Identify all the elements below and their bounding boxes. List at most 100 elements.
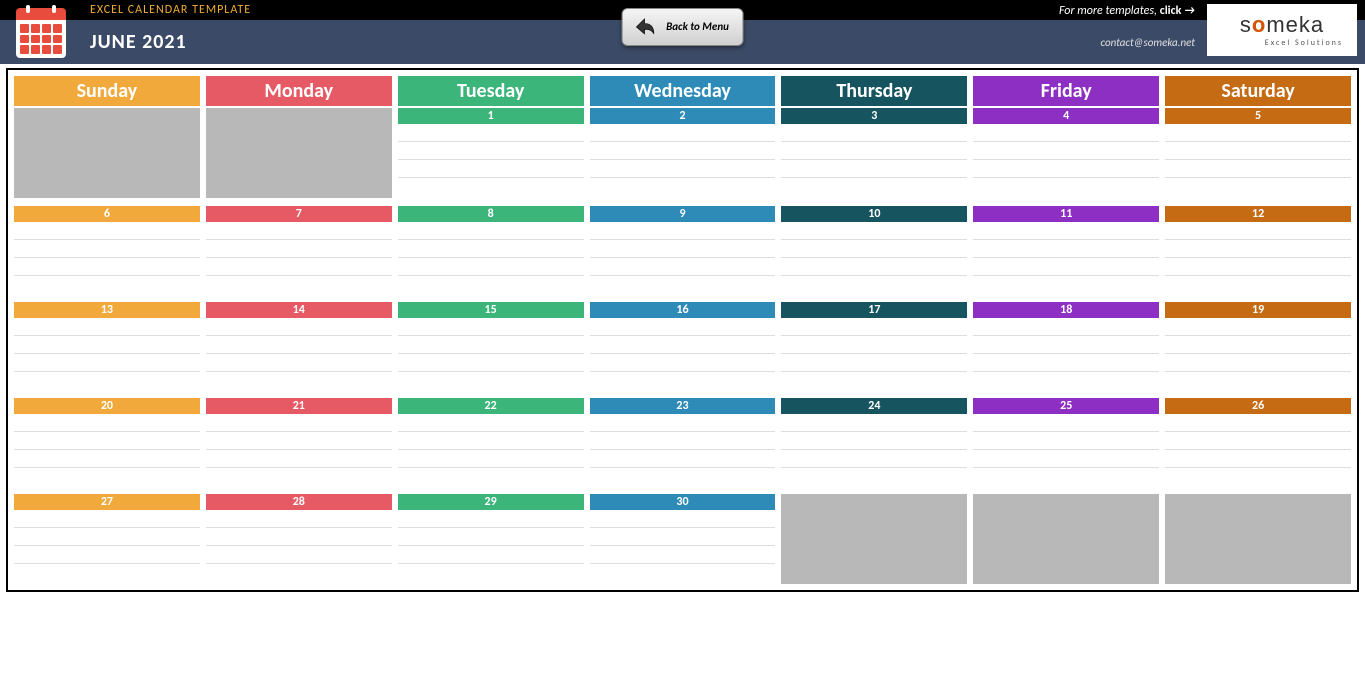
date-number: 20 <box>14 398 200 414</box>
inactive-cell <box>206 108 392 198</box>
event-lines[interactable] <box>206 414 392 486</box>
date-cell[interactable]: 3 <box>781 108 967 198</box>
event-lines[interactable] <box>973 414 1159 486</box>
date-cell[interactable]: 11 <box>973 206 1159 294</box>
date-cell[interactable]: 8 <box>398 206 584 294</box>
event-lines[interactable] <box>590 318 776 390</box>
event-lines[interactable] <box>1165 222 1351 294</box>
event-lines[interactable] <box>14 222 200 294</box>
date-cell[interactable]: 27 <box>14 494 200 584</box>
date-cell[interactable]: 28 <box>206 494 392 584</box>
contact-email[interactable]: contact@someka.net <box>1059 36 1195 49</box>
date-cell[interactable]: 20 <box>14 398 200 486</box>
event-lines[interactable] <box>590 222 776 294</box>
event-lines[interactable] <box>398 414 584 486</box>
event-lines[interactable] <box>398 318 584 390</box>
event-lines[interactable] <box>973 318 1159 390</box>
week-row: 2728 29 30 <box>14 494 1351 584</box>
date-cell[interactable]: 22 <box>398 398 584 486</box>
date-number: 15 <box>398 302 584 318</box>
date-cell[interactable]: 6 <box>14 206 200 294</box>
date-number: 4 <box>973 108 1159 124</box>
date-cell[interactable]: 4 <box>973 108 1159 198</box>
date-number: 24 <box>781 398 967 414</box>
event-lines[interactable] <box>590 414 776 486</box>
date-cell[interactable]: 10 <box>781 206 967 294</box>
date-number: 30 <box>590 494 776 510</box>
event-lines[interactable] <box>781 222 967 294</box>
event-lines[interactable] <box>590 124 776 196</box>
event-lines[interactable] <box>781 318 967 390</box>
date-number: 9 <box>590 206 776 222</box>
event-lines[interactable] <box>1165 414 1351 486</box>
date-cell[interactable]: 7 <box>206 206 392 294</box>
date-number: 10 <box>781 206 967 222</box>
event-lines[interactable] <box>973 124 1159 196</box>
date-cell[interactable]: 15 <box>398 302 584 390</box>
date-cell[interactable]: 21 <box>206 398 392 486</box>
arrow-right-icon: → <box>1184 4 1195 18</box>
event-lines[interactable] <box>206 510 392 582</box>
date-number: 16 <box>590 302 776 318</box>
event-lines[interactable] <box>14 510 200 582</box>
week-row: 20 212223 24 25 26 <box>14 398 1351 486</box>
month-title: JUNE 2021 <box>90 30 187 54</box>
event-lines[interactable] <box>206 318 392 390</box>
inactive-cell <box>781 494 967 584</box>
event-lines[interactable] <box>1165 318 1351 390</box>
date-cell[interactable]: 17 <box>781 302 967 390</box>
date-number: 2 <box>590 108 776 124</box>
date-number: 3 <box>781 108 967 124</box>
date-number: 18 <box>973 302 1159 318</box>
header-right-info: For more templates, click → contact@some… <box>1059 4 1195 49</box>
week-row: 12345 <box>14 108 1351 198</box>
event-lines[interactable] <box>206 222 392 294</box>
event-lines[interactable] <box>14 414 200 486</box>
date-number: 13 <box>14 302 200 318</box>
event-lines[interactable] <box>398 222 584 294</box>
event-lines[interactable] <box>1165 124 1351 196</box>
day-header-wednesday: Wednesday <box>590 76 776 106</box>
date-cell[interactable]: 1 <box>398 108 584 198</box>
day-header-saturday: Saturday <box>1165 76 1351 106</box>
date-cell[interactable]: 30 <box>590 494 776 584</box>
back-arrow-icon <box>630 13 658 41</box>
date-cell[interactable]: 9 <box>590 206 776 294</box>
event-lines[interactable] <box>14 318 200 390</box>
date-cell[interactable]: 13 <box>14 302 200 390</box>
more-templates-text[interactable]: For more templates, click → <box>1059 4 1195 18</box>
date-number: 6 <box>14 206 200 222</box>
someka-logo[interactable]: someka Excel Solutions <box>1207 4 1357 56</box>
date-cell[interactable]: 5 <box>1165 108 1351 198</box>
date-number: 29 <box>398 494 584 510</box>
date-cell[interactable]: 29 <box>398 494 584 584</box>
date-cell[interactable]: 26 <box>1165 398 1351 486</box>
date-cell[interactable]: 19 <box>1165 302 1351 390</box>
back-to-menu-button[interactable]: Back to Menu <box>621 8 744 46</box>
date-cell[interactable]: 25 <box>973 398 1159 486</box>
week-row: 13 14 15 16 17 18 19 <box>14 302 1351 390</box>
day-header-friday: Friday <box>973 76 1159 106</box>
event-lines[interactable] <box>398 124 584 196</box>
date-number: 26 <box>1165 398 1351 414</box>
date-number: 1 <box>398 108 584 124</box>
date-cell[interactable]: 23 <box>590 398 776 486</box>
date-cell[interactable]: 14 <box>206 302 392 390</box>
date-cell[interactable]: 2 <box>590 108 776 198</box>
calendar-icon <box>16 8 66 58</box>
event-lines[interactable] <box>398 510 584 582</box>
template-title: EXCEL CALENDAR TEMPLATE <box>90 3 251 17</box>
event-lines[interactable] <box>781 124 967 196</box>
event-lines[interactable] <box>781 414 967 486</box>
date-number: 7 <box>206 206 392 222</box>
date-number: 19 <box>1165 302 1351 318</box>
date-number: 17 <box>781 302 967 318</box>
date-cell[interactable]: 12 <box>1165 206 1351 294</box>
date-cell[interactable]: 18 <box>973 302 1159 390</box>
day-names-row: SundayMondayTuesdayWednesdayThursdayFrid… <box>14 76 1351 106</box>
date-cell[interactable]: 16 <box>590 302 776 390</box>
event-lines[interactable] <box>590 510 776 582</box>
event-lines[interactable] <box>973 222 1159 294</box>
date-cell[interactable]: 24 <box>781 398 967 486</box>
date-number: 14 <box>206 302 392 318</box>
